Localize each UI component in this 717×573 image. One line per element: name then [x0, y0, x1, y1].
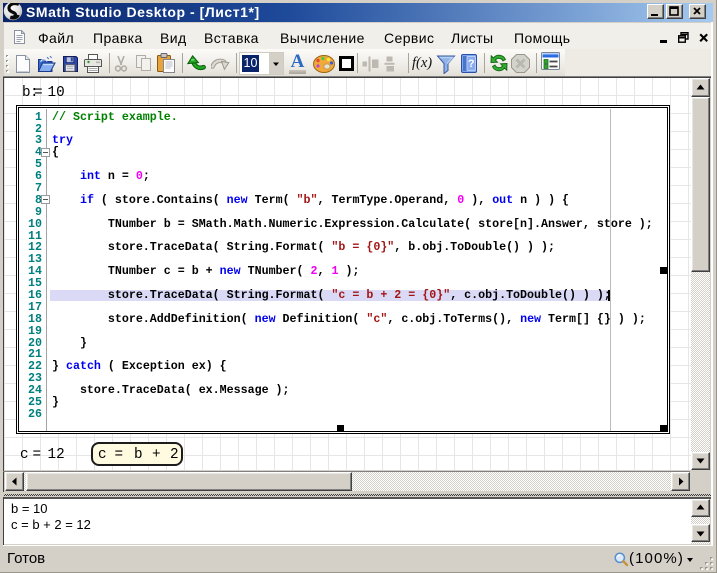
svg-text:?: ? — [468, 58, 475, 70]
